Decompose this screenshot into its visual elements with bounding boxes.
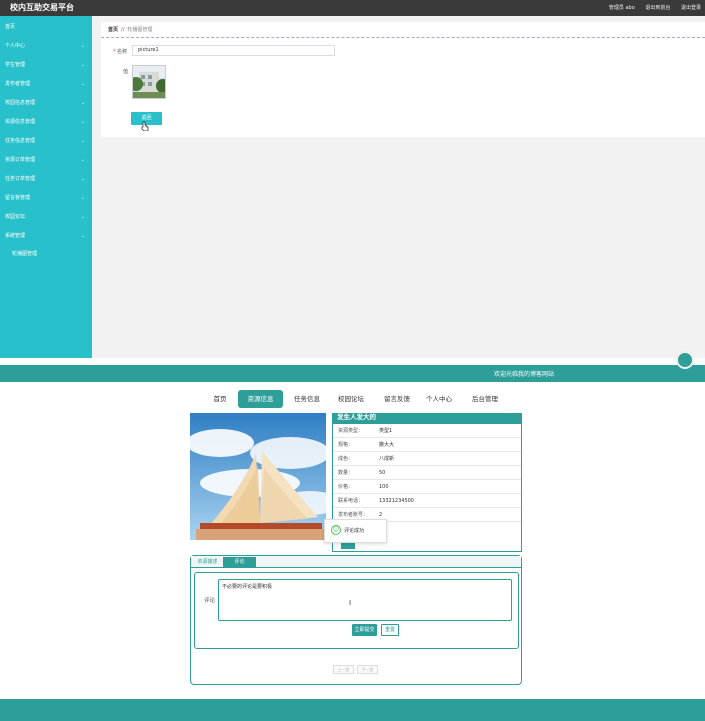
info-row: 价格： 100: [333, 480, 521, 494]
chevron-down-icon: ⌄: [80, 43, 85, 49]
sidebar-item[interactable]: 学生管理 ⌄: [0, 57, 92, 73]
sidebar-item-label: 校园信息管理: [5, 100, 36, 106]
sidebar-item[interactable]: 任务信息管理 ⌄: [0, 133, 92, 149]
info-value: 撒大大: [379, 442, 395, 448]
comment-textarea[interactable]: 不必要的评论是要积极: [218, 579, 512, 621]
sidebar-item-label: 资源信息管理: [5, 119, 36, 125]
comment-label: 评论: [204, 598, 216, 604]
site-footer: [0, 699, 705, 721]
sidebar-item[interactable]: 首页: [0, 19, 92, 35]
smile-icon: ☺: [331, 525, 341, 535]
required-mark: *: [113, 49, 116, 55]
nav-item[interactable]: 首页: [208, 390, 232, 408]
sidebar-item-label: 留言板管理: [5, 195, 31, 201]
sidebar-item[interactable]: 发布者管理 ⌄: [0, 76, 92, 92]
image-label: 值: [123, 69, 129, 75]
sidebar-item-label: 任务订单管理: [5, 176, 36, 182]
chevron-down-icon: ⌄: [80, 214, 85, 220]
info-key: 成色：: [338, 456, 354, 462]
info-row: 联系电话： 13321234500: [333, 494, 521, 508]
toast-text: 评论成功: [344, 528, 365, 534]
chevron-down-icon: ⌄: [80, 100, 85, 106]
breadcrumb-separator: //: [121, 27, 125, 33]
site-welcome: 欢迎光临我的博客网站: [494, 371, 555, 378]
prev-page-button[interactable]: 上一页: [333, 665, 354, 674]
name-input[interactable]: picture1: [132, 45, 335, 56]
nav-item[interactable]: 后台管理: [466, 390, 504, 408]
sidebar-item-label: 系统管理: [5, 233, 26, 239]
sidebar-item[interactable]: 留言板管理 ⌄: [0, 190, 92, 206]
sidebar-item[interactable]: 校园论坛 ⌄: [0, 209, 92, 225]
sidebar-item-label: 发布者管理: [5, 81, 31, 87]
sidebar-item-label: 个人中心: [5, 43, 26, 49]
sidebar-item-label: 首页: [5, 24, 16, 30]
nav-item[interactable]: 资源信息: [238, 390, 283, 408]
info-value: 50: [379, 470, 386, 476]
site-topbar: [0, 365, 705, 382]
avatar[interactable]: [676, 351, 694, 369]
admin-header-links: 管理员 abo 退出到前台 退出登录: [600, 4, 701, 11]
breadcrumb: 首页//轮播图管理: [101, 22, 705, 38]
sidebar-item[interactable]: 系统管理 ⌄: [0, 228, 92, 244]
goto-frontend-link[interactable]: 退出到前台: [645, 5, 670, 11]
nav-item[interactable]: 校园论坛: [333, 390, 369, 408]
resource-title: 发生人发大的: [332, 413, 522, 424]
breadcrumb-current: 轮播图管理: [127, 27, 153, 33]
chevron-down-icon: ⌄: [80, 62, 85, 68]
admin-title: 校内互助交易平台: [10, 3, 74, 12]
info-key: 联系电话：: [338, 498, 364, 504]
current-user: 管理员 abo: [608, 5, 635, 11]
resource-image: [190, 413, 326, 540]
tab-description[interactable]: 资源描述: [194, 557, 221, 568]
logout-link[interactable]: 退出登录: [681, 5, 701, 11]
sidebar-item[interactable]: 资源信息管理 ⌄: [0, 114, 92, 130]
chevron-down-icon: ⌄: [80, 157, 85, 163]
info-row: 资源类型： 类型1: [333, 424, 521, 438]
info-value: 100: [379, 484, 389, 490]
info-key: 数量：: [338, 470, 354, 476]
nav-item[interactable]: 任务信息: [289, 390, 325, 408]
hand-cursor-icon: [141, 121, 149, 131]
breadcrumb-home[interactable]: 首页: [108, 27, 118, 33]
chevron-down-icon: ⌄: [80, 81, 85, 87]
chevron-down-icon: ⌄: [80, 176, 85, 182]
chevron-down-icon: ⌄: [80, 233, 85, 239]
tab-comment[interactable]: 评论: [223, 557, 256, 568]
nav-item[interactable]: 留言反馈: [379, 390, 415, 408]
sidebar-item[interactable]: 校园信息管理 ⌄: [0, 95, 92, 111]
chevron-down-icon: ⌄: [80, 195, 85, 201]
sidebar-item[interactable]: 资源订单管理 ⌄: [0, 152, 92, 168]
info-row: 成色： 八成新: [333, 452, 521, 466]
info-value: 类型1: [379, 428, 393, 434]
submit-button[interactable]: 立即提交: [352, 624, 377, 636]
chevron-down-icon: ⌄: [80, 138, 85, 144]
info-row: 规格： 撒大大: [333, 438, 521, 452]
chevron-down-icon: ⌄: [80, 119, 85, 125]
sidebar-item[interactable]: 个人中心 ⌄: [0, 38, 92, 54]
sidebar-item[interactable]: 任务订单管理 ⌄: [0, 171, 92, 187]
sidebar-item-label: 校园论坛: [5, 214, 26, 220]
nav-item[interactable]: 个人中心: [421, 390, 457, 408]
sidebar-item-label: 学生管理: [5, 62, 26, 68]
next-page-button[interactable]: 下一页: [357, 665, 378, 674]
info-value: 八成新: [379, 456, 395, 462]
info-key: 价格：: [338, 484, 354, 490]
sidebar-subitem-carousel[interactable]: 轮播图管理: [12, 250, 37, 257]
info-key: 规格：: [338, 442, 354, 448]
sidebar-item-label: 资源订单管理: [5, 157, 36, 163]
info-row: 数量： 50: [333, 466, 521, 480]
sidebar-item-label: 任务信息管理: [5, 138, 36, 144]
info-key: 资源类型：: [338, 428, 364, 434]
info-value: 13321234500: [379, 498, 414, 504]
name-label: * 名称: [113, 49, 128, 55]
reset-button[interactable]: 重置: [381, 624, 399, 636]
text-cursor-icon: I: [349, 599, 352, 607]
carousel-thumbnail[interactable]: [132, 65, 166, 99]
